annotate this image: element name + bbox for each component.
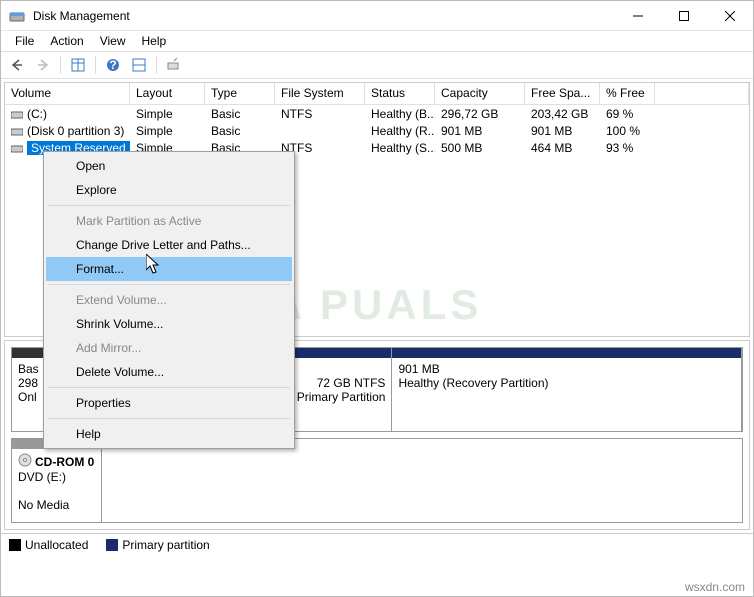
footer: wsxdn.com: [1, 578, 753, 596]
ctx-separator: [48, 387, 290, 388]
menu-help[interactable]: Help: [134, 32, 175, 50]
disk-label-line: No Media: [18, 498, 95, 512]
ctx-shrink[interactable]: Shrink Volume...: [46, 312, 292, 336]
maximize-button[interactable]: [661, 1, 707, 31]
column-status[interactable]: Status: [365, 83, 435, 105]
column-free-space[interactable]: Free Spa...: [525, 83, 600, 105]
app-icon: [9, 8, 25, 24]
forward-button[interactable]: [31, 54, 55, 76]
ctx-format[interactable]: Format...: [46, 257, 292, 281]
column-type[interactable]: Type: [205, 83, 275, 105]
window-title: Disk Management: [33, 9, 615, 23]
disk-label-area: CD-ROM 0 DVD (E:) No Media: [12, 439, 102, 522]
context-menu: Open Explore Mark Partition as Active Ch…: [43, 151, 295, 449]
cell-status: Healthy (S...: [365, 141, 435, 155]
cell-capacity: 500 MB: [435, 141, 525, 155]
toolbar: ?: [1, 51, 753, 79]
ctx-separator: [48, 205, 290, 206]
column-file-system[interactable]: File System: [275, 83, 365, 105]
menu-file[interactable]: File: [7, 32, 42, 50]
ctx-mark-active: Mark Partition as Active: [46, 209, 292, 233]
drive-icon: [11, 108, 23, 120]
drive-icon: [11, 142, 23, 154]
menu-view[interactable]: View: [92, 32, 134, 50]
svg-text:?: ?: [109, 58, 116, 72]
legend-swatch-unallocated: [9, 539, 21, 551]
cell-pct: 93 %: [600, 141, 655, 155]
ctx-change-letter[interactable]: Change Drive Letter and Paths...: [46, 233, 292, 257]
disk-label-line: CD-ROM 0: [35, 455, 94, 469]
menubar: File Action View Help: [1, 31, 753, 51]
partition-bar: [392, 348, 741, 358]
cell-free: 901 MB: [525, 124, 600, 138]
cell-fs: NTFS: [275, 107, 365, 121]
titlebar: Disk Management: [1, 1, 753, 31]
column-layout[interactable]: Layout: [130, 83, 205, 105]
cell-capacity: 901 MB: [435, 124, 525, 138]
minimize-button[interactable]: [615, 1, 661, 31]
partition[interactable]: 901 MB Healthy (Recovery Partition): [391, 347, 742, 432]
cell-free: 203,42 GB: [525, 107, 600, 121]
column-percent-free[interactable]: % Free: [600, 83, 655, 105]
toolbar-settings-button[interactable]: [162, 54, 186, 76]
back-button[interactable]: [5, 54, 29, 76]
dvd-icon: [18, 453, 32, 470]
cell-pct: 69 %: [600, 107, 655, 121]
partition-line: 901 MB: [398, 362, 735, 376]
volume-name: (C:): [27, 107, 47, 121]
legend-label-unallocated: Unallocated: [25, 538, 88, 552]
cell-type: Basic: [205, 124, 275, 138]
volume-name: (Disk 0 partition 3): [27, 124, 124, 138]
column-volume[interactable]: Volume: [5, 83, 130, 105]
legend: Unallocated Primary partition: [1, 533, 753, 555]
cell-type: Basic: [205, 107, 275, 121]
table-row[interactable]: (Disk 0 partition 3) Simple Basic Health…: [5, 122, 749, 139]
table-row[interactable]: (C:) Simple Basic NTFS Healthy (B... 296…: [5, 105, 749, 122]
close-button[interactable]: [707, 1, 753, 31]
toolbar-view2-button[interactable]: [127, 54, 151, 76]
cell-layout: Simple: [130, 124, 205, 138]
table-body: (C:) Simple Basic NTFS Healthy (B... 296…: [5, 105, 749, 156]
cell-status: Healthy (R...: [365, 124, 435, 138]
column-capacity[interactable]: Capacity: [435, 83, 525, 105]
toolbar-separator: [156, 56, 157, 74]
ctx-properties[interactable]: Properties: [46, 391, 292, 415]
column-spacer: [655, 83, 749, 105]
ctx-delete[interactable]: Delete Volume...: [46, 360, 292, 384]
cell-free: 464 MB: [525, 141, 600, 155]
ctx-help[interactable]: Help: [46, 422, 292, 446]
ctx-separator: [48, 284, 290, 285]
ctx-explore[interactable]: Explore: [46, 178, 292, 202]
toolbar-separator: [95, 56, 96, 74]
cell-status: Healthy (B...: [365, 107, 435, 121]
drive-icon: [11, 125, 23, 137]
cell-layout: Simple: [130, 107, 205, 121]
ctx-separator: [48, 418, 290, 419]
ctx-extend: Extend Volume...: [46, 288, 292, 312]
ctx-mirror: Add Mirror...: [46, 336, 292, 360]
cell-capacity: 296,72 GB: [435, 107, 525, 121]
toolbar-view1-button[interactable]: [66, 54, 90, 76]
help-button[interactable]: ?: [101, 54, 125, 76]
legend-swatch-primary: [106, 539, 118, 551]
disk-partitions: [102, 439, 742, 522]
partition-line: Healthy (Recovery Partition): [398, 376, 735, 390]
disk-row[interactable]: CD-ROM 0 DVD (E:) No Media: [11, 438, 743, 523]
legend-label-primary: Primary partition: [122, 538, 209, 552]
table-header: Volume Layout Type File System Status Ca…: [5, 83, 749, 105]
toolbar-separator: [60, 56, 61, 74]
ctx-open[interactable]: Open: [46, 154, 292, 178]
disk-label-line: DVD (E:): [18, 470, 95, 484]
footer-credit: wsxdn.com: [685, 580, 745, 594]
cell-pct: 100 %: [600, 124, 655, 138]
menu-action[interactable]: Action: [42, 32, 91, 50]
